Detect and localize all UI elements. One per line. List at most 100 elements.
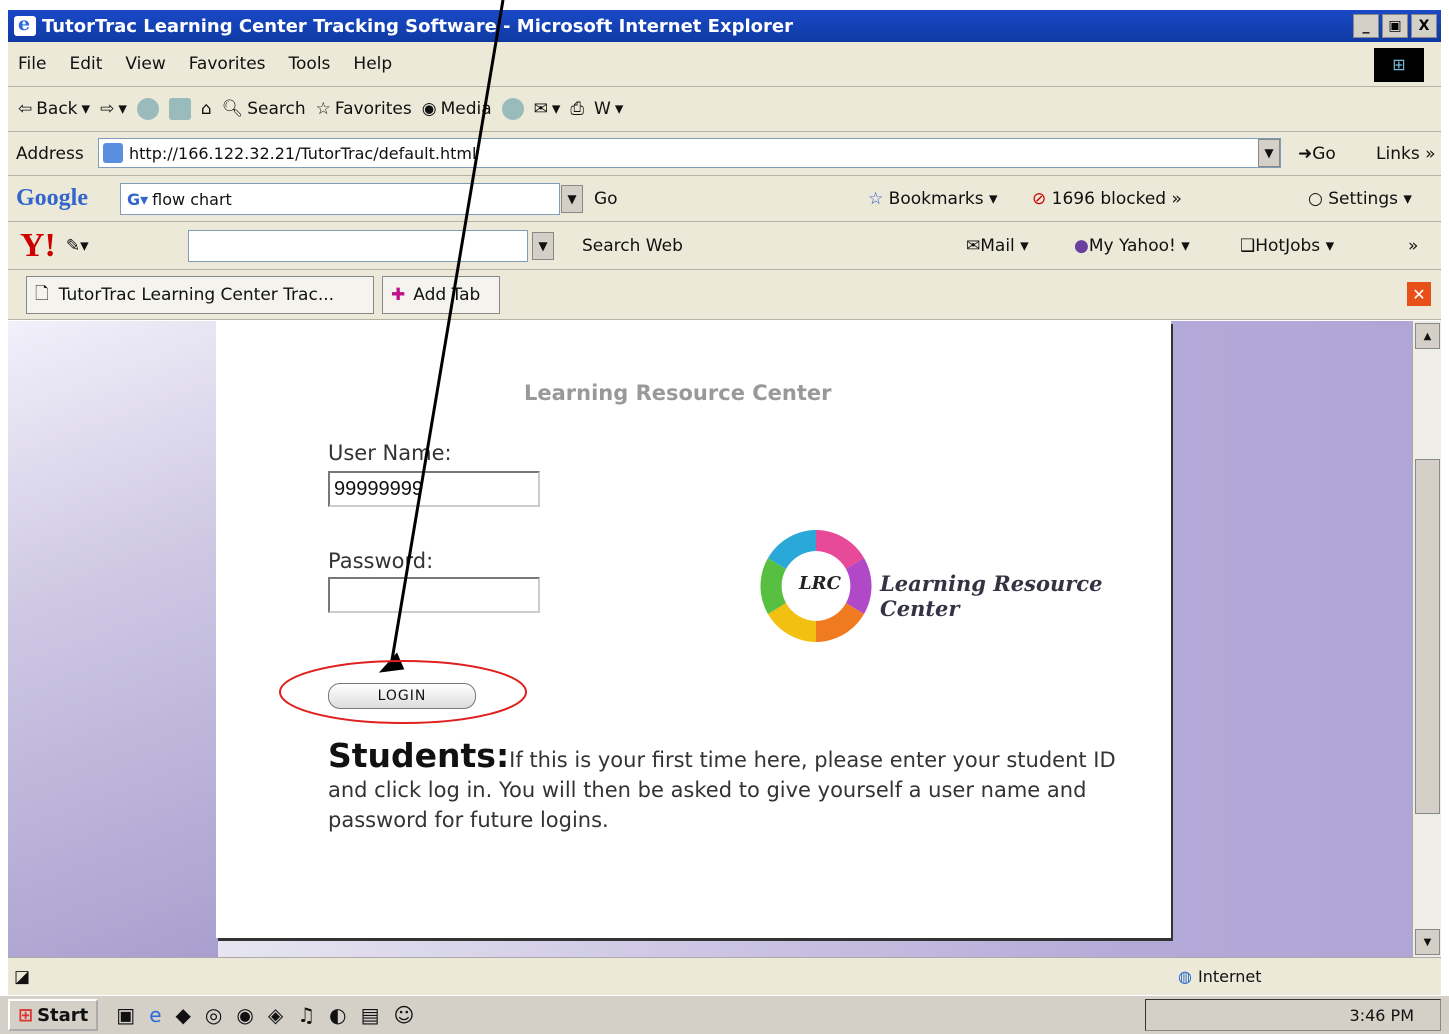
tab-tutortrac[interactable]: 🗋 TutorTrac Learning Center Trac... <box>26 276 374 314</box>
home-icon: ⌂ <box>200 99 212 119</box>
back-button[interactable]: ⇦ Back ▾ <box>18 99 90 119</box>
hotjobs-button[interactable]: ❑HotJobs ▾ <box>1240 236 1334 256</box>
logo-text: Learning Resource Center <box>880 571 1103 621</box>
edit-button[interactable]: W ▾ <box>594 99 623 119</box>
links-button[interactable]: Links » <box>1376 144 1435 164</box>
favorites-button[interactable]: ☆ Favorites <box>316 99 412 119</box>
yahoo-search-dropdown[interactable]: ▼ <box>532 231 554 260</box>
print-button[interactable]: ⎙ <box>570 99 584 119</box>
history-icon <box>501 98 524 120</box>
ie-icon <box>14 13 36 36</box>
media-button[interactable]: ◉ Media <box>422 99 492 119</box>
stop-icon <box>136 98 159 120</box>
password-input[interactable] <box>328 577 540 613</box>
refresh-button[interactable] <box>168 98 191 120</box>
globe-icon: ◍ <box>1178 967 1192 986</box>
settings-button[interactable]: ○ Settings ▾ <box>1308 189 1412 209</box>
menu-view[interactable]: View <box>125 54 165 74</box>
google-g-icon: G▾ <box>127 189 149 209</box>
plus-icon: ✚ <box>391 285 406 305</box>
start-button[interactable]: ⊞ start <box>8 999 99 1031</box>
smiley-icon[interactable]: ☺ <box>394 1003 415 1027</box>
menu-edit[interactable]: Edit <box>69 54 102 74</box>
maximize-button[interactable]: ▣ <box>1382 14 1408 38</box>
history-button[interactable] <box>501 98 524 120</box>
blocked-icon: ⊘ <box>1032 188 1047 209</box>
ie-launch-icon[interactable]: e <box>149 1003 161 1027</box>
stop-button[interactable] <box>136 98 159 120</box>
scroll-down-arrow[interactable]: ▼ <box>1415 929 1440 955</box>
add-tab-button[interactable]: ✚ Add Tab <box>382 276 500 314</box>
star-icon: ☆ <box>868 188 884 209</box>
app-icon[interactable]: ◐ <box>329 1003 346 1027</box>
address-label: Address <box>16 143 84 164</box>
password-label: Password: <box>328 549 434 573</box>
windows-logo-icon: ⊞ <box>1374 48 1424 82</box>
home-button[interactable]: ⌂ <box>201 99 212 119</box>
logo-abbrev: LRC <box>799 573 841 594</box>
login-panel: Learning Resource Center User Name: Pass… <box>216 321 1171 938</box>
scroll-up-arrow[interactable]: ▲ <box>1415 323 1440 349</box>
settings-icon: ○ <box>1308 188 1323 209</box>
desktop-icon[interactable]: ▣ <box>116 1003 135 1027</box>
title-bar: TutorTrac Learning Center Tracking Softw… <box>8 10 1441 42</box>
menu-tools[interactable]: Tools <box>289 54 331 74</box>
login-button[interactable]: LOGIN <box>328 683 476 709</box>
mail-icon: ✉ <box>533 99 548 119</box>
media-player-icon[interactable]: ◎ <box>205 1003 222 1027</box>
google-go-button[interactable]: Go <box>594 189 618 209</box>
menu-bar: File Edit View Favorites Tools Help ⊞ <box>8 42 1441 87</box>
google-search-dropdown[interactable]: ▼ <box>561 184 583 213</box>
page-icon <box>103 143 123 163</box>
yahoo-search-input[interactable] <box>188 230 528 262</box>
yahoo-logo[interactable]: Y! <box>20 227 56 265</box>
mail-button[interactable]: ✉ ▾ <box>534 99 561 119</box>
my-yahoo-button[interactable]: ●My Yahoo! ▾ <box>1074 236 1190 256</box>
explorer-icon[interactable]: ◆ <box>176 1003 191 1027</box>
menu-favorites[interactable]: Favorites <box>189 54 266 74</box>
page-status-icon: ◪ <box>14 966 31 987</box>
bookmarks-button[interactable]: ☆ Bookmarks ▾ <box>868 189 998 209</box>
music-icon[interactable]: ♫ <box>297 1003 315 1027</box>
google-search-input[interactable]: G▾ flow chart <box>120 183 560 215</box>
mail-icon: ✉ <box>966 235 981 256</box>
yahoo-mail-button[interactable]: ✉Mail ▾ <box>966 236 1029 256</box>
minimize-button[interactable]: _ <box>1353 14 1379 38</box>
pencil-icon[interactable]: ✎▾ <box>66 236 89 256</box>
go-button[interactable]: ➜Go <box>1298 144 1336 164</box>
username-input[interactable] <box>328 471 540 507</box>
search-web-button[interactable]: Search Web <box>582 236 683 256</box>
decorative-background <box>8 321 218 957</box>
address-input[interactable]: http://166.122.32.21/TutorTrac/default.h… <box>98 138 1281 168</box>
forward-arrow-icon: ⇨ <box>100 99 115 119</box>
status-bar: ◪ ◍ Internet <box>8 957 1441 995</box>
address-dropdown[interactable]: ▼ <box>1258 139 1280 167</box>
address-bar: Address http://166.122.32.21/TutorTrac/d… <box>8 132 1441 176</box>
quick-launch: ▣ e ◆ ◎ ◉ ◈ ♫ ◐ ▤ ☺ <box>116 1003 414 1027</box>
scroll-thumb[interactable] <box>1415 459 1440 814</box>
close-button[interactable]: X <box>1411 14 1437 38</box>
refresh-icon <box>168 98 191 120</box>
favorites-icon: ☆ <box>315 99 331 119</box>
chrome-icon[interactable]: ◉ <box>236 1003 253 1027</box>
popup-blocker-button[interactable]: ⊘ 1696 blocked » <box>1032 189 1182 209</box>
address-url: http://166.122.32.21/TutorTrac/default.h… <box>129 143 477 163</box>
messenger-icon[interactable]: ◈ <box>268 1003 283 1027</box>
page-heading: Learning Resource Center <box>524 381 832 405</box>
system-tray: 3:46 PM <box>1145 999 1441 1031</box>
toolbar-overflow-icon[interactable]: » <box>1408 236 1418 256</box>
menu-help[interactable]: Help <box>353 54 392 74</box>
yahoo-toolbar: Y! ✎▾ ▼ Search Web ✉Mail ▾ ●My Yahoo! ▾ … <box>8 222 1441 270</box>
forward-button[interactable]: ⇨ ▾ <box>100 99 127 119</box>
close-tab-icon[interactable]: ✕ <box>1407 282 1431 306</box>
vertical-scrollbar[interactable]: ▲ ▼ <box>1412 321 1441 957</box>
window-icon[interactable]: ▤ <box>361 1003 380 1027</box>
google-toolbar: Google G▾ flow chart ▼ Go ☆ Bookmarks ▾ … <box>8 176 1441 222</box>
word-icon: W <box>594 99 611 119</box>
my-yahoo-icon: ● <box>1074 235 1089 256</box>
google-logo[interactable]: Google <box>16 185 88 212</box>
menu-file[interactable]: File <box>18 54 46 74</box>
windows-flag-icon: ⊞ <box>18 1004 34 1026</box>
tab-bar: 🗋 TutorTrac Learning Center Trac... ✚ Ad… <box>8 270 1441 320</box>
search-button[interactable]: 🔍︎ Search <box>222 99 306 119</box>
